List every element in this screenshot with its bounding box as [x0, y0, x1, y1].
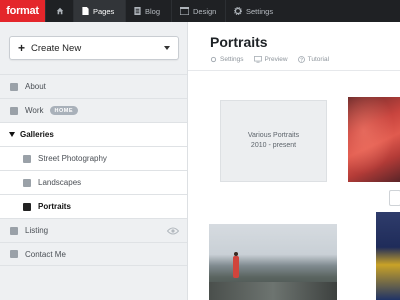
- top-navigation-bar: format Pages Blog Design Settings: [0, 0, 400, 22]
- divider: [188, 70, 400, 71]
- sidebar: + Create New About Work HOME Galleries S…: [0, 22, 188, 300]
- nav-home[interactable]: [45, 0, 73, 22]
- sidebar-item-label: Portraits: [38, 202, 71, 211]
- page-subtabs: Settings Preview Tutorial: [210, 56, 329, 63]
- help-icon: [297, 56, 305, 63]
- nav-pages[interactable]: Pages: [73, 0, 125, 22]
- portrait-photo-thumbnail[interactable]: [209, 224, 337, 300]
- nav-pages-label: Pages: [93, 6, 115, 16]
- sidebar-item-label: Galleries: [20, 130, 54, 139]
- sidebar-item-label: Work: [25, 106, 44, 115]
- image-page-icon: [23, 154, 31, 163]
- sidebar-item-label: About: [25, 82, 46, 91]
- nav-settings[interactable]: Settings: [225, 0, 285, 22]
- nav-blog[interactable]: Blog: [125, 0, 171, 22]
- home-icon: [56, 7, 64, 15]
- sidebar-item-label: Contact Me: [25, 249, 66, 259]
- description-line-2: 2010 - present: [250, 142, 297, 149]
- sidebar-item-label: Street Photography: [38, 154, 107, 163]
- nav-settings-label: Settings: [246, 6, 274, 16]
- page-title: Portraits: [210, 34, 268, 50]
- portrait-photo-thumbnail[interactable]: [376, 212, 400, 300]
- sidebar-item-listing[interactable]: Listing: [0, 218, 187, 242]
- nav-design-label: Design: [193, 6, 217, 16]
- sidebar-item-label: Landscapes: [38, 178, 82, 187]
- gear-icon: [234, 7, 242, 15]
- page-icon: [10, 250, 18, 258]
- image-page-icon: [10, 106, 18, 115]
- grid-icon: [10, 226, 18, 235]
- sidebar-item-portraits[interactable]: Portraits: [0, 194, 187, 218]
- create-new-label: Create New: [31, 42, 82, 54]
- sidebar-item-street-photography[interactable]: Street Photography: [0, 146, 187, 170]
- photo-shoreline: [209, 282, 337, 300]
- sidebar-item-about[interactable]: About: [0, 74, 187, 98]
- tab-preview[interactable]: Preview: [253, 56, 288, 63]
- gallery-description-card[interactable]: Various Portraits 2010 - present: [220, 100, 327, 182]
- page-icon: [82, 7, 89, 15]
- tab-label: Settings: [220, 56, 244, 63]
- text-page-icon: [10, 82, 18, 91]
- description-line-1: Various Portraits: [247, 132, 300, 139]
- blog-icon: [134, 7, 141, 15]
- eye-icon[interactable]: [167, 227, 179, 235]
- image-page-icon: [23, 202, 31, 211]
- nav-design[interactable]: Design: [171, 0, 225, 22]
- nav-blog-label: Blog: [145, 6, 161, 16]
- tab-settings[interactable]: Settings: [210, 56, 244, 63]
- format-logo[interactable]: format: [0, 0, 45, 22]
- tab-label: Preview: [264, 56, 288, 63]
- tab-tutorial[interactable]: Tutorial: [297, 56, 330, 63]
- photo-action-tab[interactable]: [389, 190, 400, 206]
- triangle-down-icon[interactable]: [9, 132, 15, 137]
- sidebar-item-contact-me[interactable]: Contact Me: [0, 242, 187, 266]
- monitor-icon: [253, 56, 262, 63]
- sidebar-item-work[interactable]: Work HOME: [0, 98, 187, 122]
- plus-icon: +: [18, 41, 26, 55]
- photo-shading: [348, 97, 400, 182]
- image-page-icon: [23, 178, 31, 187]
- photo-figure: [233, 256, 239, 278]
- chevron-down-icon: [164, 46, 170, 50]
- portrait-photo-thumbnail[interactable]: [348, 97, 400, 182]
- sidebar-item-landscapes[interactable]: Landscapes: [0, 170, 187, 194]
- gear-icon: [210, 56, 217, 63]
- design-icon: [180, 7, 189, 15]
- sidebar-item-galleries[interactable]: Galleries: [0, 122, 187, 146]
- main-content: Portraits Settings Preview Tutorial Vari…: [188, 22, 400, 300]
- home-badge: HOME: [49, 106, 79, 115]
- tab-label: Tutorial: [307, 56, 330, 63]
- create-new-button[interactable]: + Create New: [9, 36, 179, 60]
- sidebar-item-label: Listing: [25, 226, 49, 235]
